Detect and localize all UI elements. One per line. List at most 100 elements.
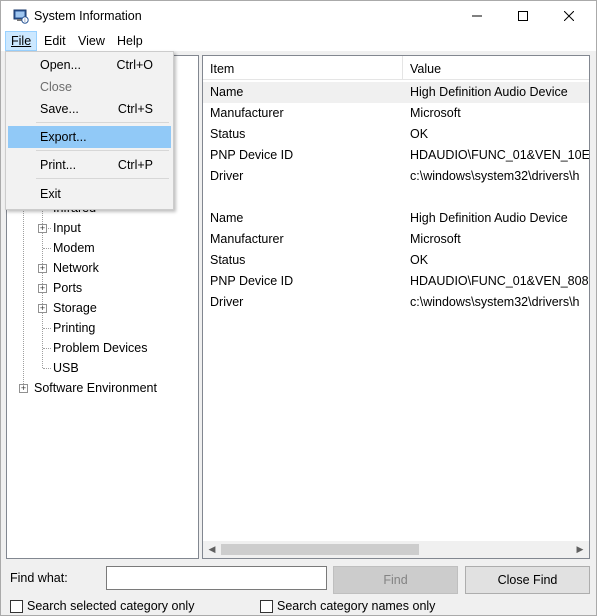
close-window-button[interactable] bbox=[546, 1, 592, 31]
scrollbar-thumb[interactable] bbox=[221, 544, 419, 555]
cell-value: c:\windows\system32\drivers\h bbox=[410, 295, 580, 309]
menu-item-shortcut: Ctrl+P bbox=[117, 158, 153, 172]
window-title: System Information bbox=[34, 9, 142, 23]
expand-icon[interactable]: + bbox=[38, 224, 47, 233]
minimize-button[interactable] bbox=[454, 1, 500, 31]
table-row[interactable]: Status OK bbox=[203, 250, 589, 271]
cell-item: Manufacturer bbox=[210, 106, 284, 120]
menu-item-save[interactable]: Save... Ctrl+S bbox=[8, 98, 171, 120]
cell-value: Microsoft bbox=[410, 106, 461, 120]
expand-icon[interactable]: + bbox=[38, 264, 47, 273]
menu-edit-label: Edit bbox=[44, 34, 66, 48]
maximize-button[interactable] bbox=[500, 1, 546, 31]
cell-item: PNP Device ID bbox=[210, 274, 294, 288]
table-row[interactable]: PNP Device ID HDAUDIO\FUNC_01&VEN_10EC bbox=[203, 145, 589, 166]
list-header: Item Value bbox=[203, 56, 589, 80]
expand-icon[interactable]: + bbox=[38, 304, 47, 313]
menu-item-label: Exit bbox=[40, 187, 61, 201]
tree-item-printing[interactable]: Printing bbox=[53, 318, 95, 338]
cell-item: Driver bbox=[210, 169, 244, 183]
tree-item-network[interactable]: Network bbox=[53, 258, 99, 278]
tree-item-label: Software Environment bbox=[34, 381, 157, 395]
menu-bar: File Edit View Help bbox=[1, 31, 596, 51]
tree-item-input[interactable]: Input bbox=[53, 218, 81, 238]
checkbox-box[interactable] bbox=[260, 599, 273, 613]
find-button-label: Find bbox=[383, 573, 408, 587]
table-row[interactable]: Driver c:\windows\system32\drivers\h bbox=[203, 292, 589, 313]
close-find-button-label: Close Find bbox=[497, 573, 558, 587]
tree-item-label: Storage bbox=[53, 301, 97, 315]
svg-text:i: i bbox=[24, 18, 25, 24]
expand-icon[interactable]: + bbox=[19, 384, 28, 393]
close-find-button[interactable]: Close Find bbox=[465, 566, 590, 594]
menu-help[interactable]: Help bbox=[112, 31, 148, 51]
tree-item-usb[interactable]: USB bbox=[53, 358, 79, 378]
cell-value: HDAUDIO\FUNC_01&VEN_8086 bbox=[410, 274, 590, 288]
expand-icon[interactable]: + bbox=[38, 284, 47, 293]
table-row[interactable]: PNP Device ID HDAUDIO\FUNC_01&VEN_8086 bbox=[203, 271, 589, 292]
column-header-item[interactable]: Item bbox=[203, 56, 403, 80]
details-list[interactable]: Item Value Name High Definition Audio De… bbox=[202, 55, 590, 559]
menu-file-label: File bbox=[11, 34, 32, 48]
tree-item-software-environment[interactable]: Software Environment bbox=[34, 378, 157, 398]
find-what-input[interactable] bbox=[106, 566, 327, 590]
cell-value: OK bbox=[410, 127, 429, 141]
tree-branch-line bbox=[43, 348, 51, 349]
menu-item-label: Export... bbox=[40, 130, 87, 144]
cell-value: c:\windows\system32\drivers\h bbox=[410, 169, 580, 183]
table-row[interactable]: Driver c:\windows\system32\drivers\h bbox=[203, 166, 589, 187]
close-icon bbox=[564, 11, 574, 21]
find-what-label-text: Find what: bbox=[10, 571, 68, 585]
find-button[interactable]: Find bbox=[333, 566, 458, 594]
menu-file[interactable]: File bbox=[5, 31, 38, 51]
menu-item-open[interactable]: Open... Ctrl+O bbox=[8, 54, 171, 76]
menu-item-label: Save... bbox=[40, 102, 79, 116]
menu-item-close: Close bbox=[8, 76, 171, 98]
maximize-icon bbox=[518, 11, 528, 21]
system-information-app-icon: i bbox=[13, 9, 29, 24]
checkbox-box[interactable] bbox=[10, 599, 23, 613]
cell-item: Status bbox=[210, 253, 246, 267]
menu-item-print[interactable]: Print... Ctrl+P bbox=[8, 154, 171, 176]
tree-item-ports[interactable]: Ports bbox=[53, 278, 82, 298]
tree-item-modem[interactable]: Modem bbox=[53, 238, 95, 258]
tree-item-storage[interactable]: Storage bbox=[53, 298, 97, 318]
table-row[interactable]: Name High Definition Audio Device bbox=[203, 82, 589, 103]
scroll-right-icon[interactable]: ▶ bbox=[573, 541, 587, 558]
file-menu-dropdown: Open... Ctrl+O Close Save... Ctrl+S Expo… bbox=[5, 51, 174, 210]
menu-view-label: View bbox=[78, 34, 105, 48]
cell-value: Microsoft bbox=[410, 232, 461, 246]
cell-item: Manufacturer bbox=[210, 232, 284, 246]
table-row[interactable]: Manufacturer Microsoft bbox=[203, 229, 589, 250]
cell-item: Driver bbox=[210, 295, 244, 309]
search-selected-category-label: Search selected category only bbox=[27, 599, 195, 613]
horizontal-scrollbar[interactable]: ◀ ▶ bbox=[203, 541, 589, 558]
menu-item-label: Close bbox=[40, 80, 72, 94]
find-what-label: Find what: bbox=[10, 571, 68, 585]
tree-branch-line bbox=[43, 328, 51, 329]
menu-view[interactable]: View bbox=[73, 31, 110, 51]
table-row[interactable] bbox=[203, 187, 589, 208]
title-bar: i System Information bbox=[1, 1, 596, 31]
column-header-value[interactable]: Value bbox=[403, 56, 589, 80]
search-category-names-checkbox[interactable]: Search category names only bbox=[260, 598, 435, 614]
tree-item-problem-devices[interactable]: Problem Devices bbox=[53, 338, 147, 358]
scroll-left-icon[interactable]: ◀ bbox=[205, 541, 219, 558]
menu-item-exit[interactable]: Exit bbox=[8, 183, 171, 205]
cell-item: Name bbox=[210, 85, 244, 99]
menu-item-label: Open... bbox=[40, 58, 81, 72]
cell-item: Name bbox=[210, 211, 244, 225]
menu-item-export[interactable]: Export... bbox=[8, 126, 171, 148]
cell-value: High Definition Audio Device bbox=[410, 85, 568, 99]
search-selected-category-checkbox[interactable]: Search selected category only bbox=[10, 598, 194, 614]
table-row[interactable]: Status OK bbox=[203, 124, 589, 145]
table-row[interactable]: Manufacturer Microsoft bbox=[203, 103, 589, 124]
tree-item-label: Printing bbox=[53, 321, 96, 335]
tree-item-label: Problem Devices bbox=[53, 341, 148, 355]
tree-item-label: USB bbox=[53, 361, 79, 375]
tree-item-label: Network bbox=[53, 261, 99, 275]
menu-item-label: Print... bbox=[40, 158, 77, 172]
table-row[interactable]: Name High Definition Audio Device bbox=[203, 208, 589, 229]
menu-help-label: Help bbox=[117, 34, 143, 48]
menu-edit[interactable]: Edit bbox=[39, 31, 71, 51]
